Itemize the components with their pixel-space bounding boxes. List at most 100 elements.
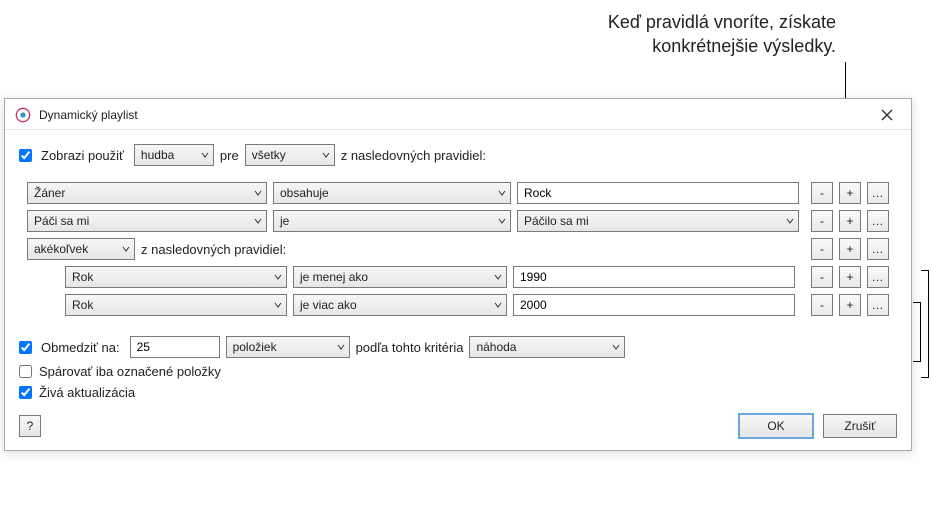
remove-rule-button[interactable]: - <box>811 238 833 260</box>
close-button[interactable] <box>873 105 901 125</box>
chevron-down-icon <box>254 189 262 197</box>
add-rule-button[interactable]: + <box>839 210 861 232</box>
cancel-button-label: Zrušiť <box>844 419 875 433</box>
rule-value-input[interactable] <box>513 266 795 288</box>
dialog-footer: ? OK Zrušiť <box>19 414 897 438</box>
add-rule-button[interactable]: + <box>839 266 861 288</box>
rule-field-value: Žáner <box>34 186 65 200</box>
add-rule-button[interactable]: + <box>839 238 861 260</box>
rule-operator-value: je <box>280 214 289 228</box>
nested-group-header: akékoľvek z nasledovných pravidiel: - + … <box>27 238 889 260</box>
match-header-row: Zobrazi použiť hudba pre všetky z nasled… <box>19 144 897 166</box>
rule-operator-value: je menej ako <box>300 270 368 284</box>
rule-value-select[interactable]: Páčilo sa mi <box>517 210 799 232</box>
minus-icon: - <box>820 298 824 312</box>
chevron-down-icon <box>274 273 282 281</box>
minus-icon: - <box>820 186 824 200</box>
rule-field-select[interactable]: Žáner <box>27 182 267 204</box>
rule-operator-select[interactable]: je viac ako <box>293 294 507 316</box>
rule-operator-select[interactable]: je menej ako <box>293 266 507 288</box>
app-icon <box>15 107 31 123</box>
dots-icon: … <box>872 270 885 284</box>
nested-rule-row: Rok je viac ako - + … <box>27 294 889 316</box>
chevron-down-icon <box>786 217 794 225</box>
limit-checkbox[interactable] <box>19 341 32 354</box>
limit-unit-value: položiek <box>233 340 277 354</box>
chevron-down-icon <box>201 151 209 159</box>
chevron-down-icon <box>498 217 506 225</box>
dots-icon: … <box>872 298 885 312</box>
rule-field-select[interactable]: Páči sa mi <box>27 210 267 232</box>
rule-operator-value: je viac ako <box>300 298 357 312</box>
limit-label: Obmedziť na: <box>41 340 120 355</box>
help-icon: ? <box>27 419 34 433</box>
chevron-down-icon <box>498 189 506 197</box>
nested-suffix-label: z nasledovných pravidiel: <box>141 242 286 257</box>
limit-value-input[interactable] <box>130 336 220 358</box>
smart-playlist-dialog: Dynamický playlist Zobrazi použiť hudba … <box>4 98 912 451</box>
rules-container: Žáner obsahuje - + … Páči sa mi <box>19 170 897 332</box>
media-type-select[interactable]: hudba <box>134 144 214 166</box>
rule-value-input[interactable] <box>517 182 799 204</box>
annotation-line-2: konkrétnejšie výsledky. <box>608 34 836 58</box>
rule-operator-value: obsahuje <box>280 186 329 200</box>
rule-value-select-value: Páčilo sa mi <box>524 214 589 228</box>
nest-rule-button[interactable]: … <box>867 238 889 260</box>
nested-mode-select[interactable]: akékoľvek <box>27 238 135 260</box>
for-label: pre <box>220 148 239 163</box>
rule-field-select[interactable]: Rok <box>65 294 287 316</box>
minus-icon: - <box>820 270 824 284</box>
add-rule-button[interactable]: + <box>839 294 861 316</box>
dots-icon: … <box>872 242 885 256</box>
rule-field-select[interactable]: Rok <box>65 266 287 288</box>
chevron-down-icon <box>254 217 262 225</box>
match-enable-checkbox[interactable] <box>19 149 32 162</box>
plus-icon: + <box>846 214 853 228</box>
dots-icon: … <box>872 186 885 200</box>
match-mode-select[interactable]: všetky <box>245 144 335 166</box>
nest-rule-button[interactable]: … <box>867 266 889 288</box>
match-checked-only-checkbox[interactable] <box>19 365 32 378</box>
add-rule-button[interactable]: + <box>839 182 861 204</box>
rule-operator-select[interactable]: je <box>273 210 511 232</box>
nested-mode-value: akékoľvek <box>34 242 88 256</box>
remove-rule-button[interactable]: - <box>811 182 833 204</box>
chevron-down-icon <box>494 273 502 281</box>
match-enable-label: Zobrazi použiť <box>41 148 124 163</box>
nest-rule-button[interactable]: … <box>867 182 889 204</box>
rule-row: Páči sa mi je Páčilo sa mi - + … <box>27 210 889 232</box>
rule-value-input[interactable] <box>513 294 795 316</box>
annotation-callout: Keď pravidlá vnoríte, získate konkrétnej… <box>608 10 836 59</box>
ok-button[interactable]: OK <box>739 414 813 438</box>
nest-rule-button[interactable]: … <box>867 210 889 232</box>
limit-row: Obmedziť na: položiek podľa tohto kritér… <box>19 336 897 358</box>
limit-unit-select[interactable]: položiek <box>226 336 350 358</box>
nest-rule-button[interactable]: … <box>867 294 889 316</box>
chevron-down-icon <box>337 343 345 351</box>
dots-icon: … <box>872 214 885 228</box>
rule-row: Žáner obsahuje - + … <box>27 182 889 204</box>
rule-field-value: Páči sa mi <box>34 214 89 228</box>
match-checked-only-row: Spárovať iba označené položky <box>19 364 897 379</box>
rule-operator-select[interactable]: obsahuje <box>273 182 511 204</box>
limit-criteria-select[interactable]: náhoda <box>469 336 625 358</box>
live-update-checkbox[interactable] <box>19 386 32 399</box>
remove-rule-button[interactable]: - <box>811 266 833 288</box>
chevron-down-icon <box>274 301 282 309</box>
annotation-bracket-inner <box>913 302 921 362</box>
help-button[interactable]: ? <box>19 415 41 437</box>
media-type-value: hudba <box>141 148 174 162</box>
rule-field-value: Rok <box>72 270 93 284</box>
dialog-content: Zobrazi použiť hudba pre všetky z nasled… <box>5 130 911 450</box>
titlebar: Dynamický playlist <box>5 99 911 130</box>
chevron-down-icon <box>612 343 620 351</box>
cancel-button[interactable]: Zrušiť <box>823 414 897 438</box>
live-update-label: Živá aktualizácia <box>39 385 135 400</box>
chevron-down-icon <box>322 151 330 159</box>
remove-rule-button[interactable]: - <box>811 210 833 232</box>
minus-icon: - <box>820 214 824 228</box>
plus-icon: + <box>846 186 853 200</box>
nested-rule-row: Rok je menej ako - + … <box>27 266 889 288</box>
minus-icon: - <box>820 242 824 256</box>
remove-rule-button[interactable]: - <box>811 294 833 316</box>
